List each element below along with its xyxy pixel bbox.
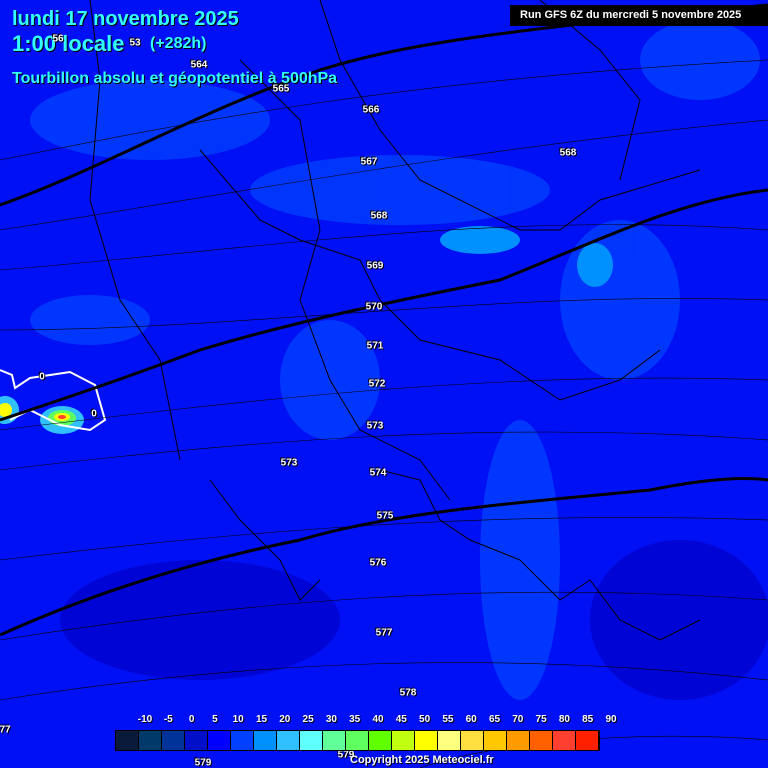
legend-swatch	[415, 731, 438, 750]
legend-tick: -5	[163, 714, 173, 725]
legend-tick: 40	[372, 714, 384, 725]
legend-swatch	[162, 731, 185, 750]
legend-swatch	[507, 731, 530, 750]
contour-label: 0	[91, 408, 97, 420]
legend-swatch	[116, 731, 139, 750]
legend-swatch	[185, 731, 208, 750]
contour-label: 567	[360, 156, 378, 168]
contour-label: 574	[369, 467, 387, 479]
forecast-time: 1:00 locale	[12, 31, 125, 56]
contour-label: 570	[365, 301, 383, 313]
legend-swatch	[438, 731, 461, 750]
legend-tick: 65	[488, 714, 501, 725]
contour-label: 569	[366, 260, 384, 272]
color-legend	[115, 730, 600, 751]
legend-tick: 10	[232, 714, 244, 725]
contour-label: 0	[39, 371, 45, 383]
contour-label: 572	[368, 378, 386, 390]
legend-tick: 85	[582, 714, 594, 725]
contour-label: 577	[375, 627, 393, 639]
contour-label: 578	[399, 687, 417, 699]
contour-label: 573	[366, 420, 384, 432]
legend-swatch	[369, 731, 392, 750]
legend-tick: 60	[465, 714, 477, 725]
legend-swatch	[553, 731, 576, 750]
forecast-lead-time: (+282h)	[150, 35, 207, 52]
legend-tick: 15	[255, 714, 268, 725]
legend-tick: 90	[605, 714, 617, 725]
contour-label: 579	[194, 757, 212, 768]
legend-tick: 35	[349, 714, 361, 725]
legend-tick: 80	[558, 714, 570, 725]
legend-swatch	[576, 731, 599, 750]
legend-swatch	[392, 731, 415, 750]
legend-tick: 75	[535, 714, 547, 725]
contour-label: 77	[0, 724, 11, 736]
legend-tick: 25	[302, 714, 314, 725]
legend-swatch	[277, 731, 300, 750]
legend-swatch	[254, 731, 277, 750]
contour-label: 56	[52, 33, 64, 45]
legend-tick: 50	[419, 714, 431, 725]
legend-tick: 30	[325, 714, 337, 725]
legend-tick: 0	[188, 714, 195, 725]
legend-tick: 55	[442, 714, 454, 725]
legend-swatch	[346, 731, 369, 750]
legend-swatch	[139, 731, 162, 750]
legend-tick: 45	[395, 714, 407, 725]
contour-label: 565	[272, 83, 290, 95]
legend-swatch	[208, 731, 231, 750]
forecast-date: lundi 17 novembre 2025	[12, 8, 239, 30]
legend-swatch	[323, 731, 346, 750]
legend-tick: -10	[137, 714, 153, 725]
legend-tick: 20	[279, 714, 291, 725]
legend-swatch	[484, 731, 507, 750]
copyright: Copyright 2025 Meteociel.fr	[350, 754, 494, 766]
contour-label: 576	[369, 557, 387, 569]
contour-label: 568	[559, 147, 577, 159]
contour-label: 575	[376, 510, 394, 522]
contour-label: 573	[280, 457, 298, 469]
contour-label: 566	[362, 104, 380, 116]
legend-swatch	[461, 731, 484, 750]
legend-ticks: -10 -5 0 5 10 15 20 25 30 35 40 45 50 55 60 65 70 75 80 85 9…	[115, 714, 640, 728]
run-info: Run GFS 6Z du mercredi 5 novembre 2025	[510, 5, 768, 26]
legend-swatch	[300, 731, 323, 750]
contour-label: 568	[370, 210, 388, 222]
weather-map: lundi 17 novembre 2025 1:00 locale (+282…	[0, 0, 768, 768]
contour-label: 564	[190, 59, 208, 71]
legend-tick: 5	[212, 714, 218, 725]
contour-label: 571	[366, 340, 384, 352]
legend-tick: 70	[512, 714, 524, 725]
legend-swatch	[530, 731, 553, 750]
contour-label: 53	[129, 37, 141, 49]
legend-swatch	[231, 731, 254, 750]
